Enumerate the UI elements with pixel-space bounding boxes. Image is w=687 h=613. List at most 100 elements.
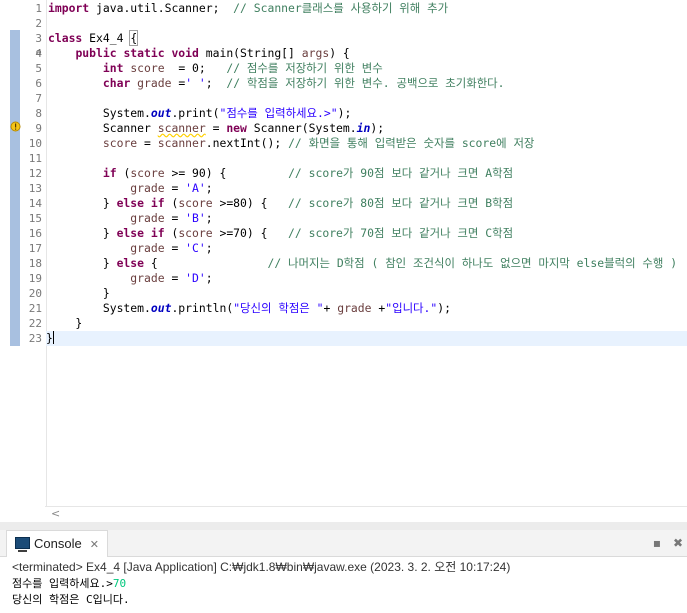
code-token: int <box>102 61 124 75</box>
code-token: score <box>130 166 165 180</box>
code-token: 'A' <box>185 181 206 195</box>
line-number: 18 <box>28 257 42 270</box>
code-token: ); <box>437 301 451 315</box>
line-number: 17 <box>28 242 42 255</box>
code-token: } <box>48 196 117 210</box>
code-token: "당신의 학점은 " <box>233 301 324 315</box>
code-line[interactable]: grade = 'B'; <box>48 211 212 226</box>
fold-collapse-icon[interactable]: ⊖ <box>36 48 41 58</box>
code-token: // score가 70점 보다 같거나 크면 C학점 <box>288 226 514 240</box>
code-token: ); <box>370 121 385 135</box>
code-line[interactable]: } <box>48 286 110 301</box>
text-cursor <box>52 331 54 344</box>
close-icon[interactable]: ✕ <box>90 539 99 551</box>
code-token: ( <box>116 166 131 180</box>
code-line[interactable]: } else if (score >=80) { // score가 80점 보… <box>48 196 513 211</box>
code-token: >= 90) { <box>164 166 289 180</box>
code-token: = <box>164 241 186 255</box>
code-token: ; <box>205 271 213 285</box>
code-token: .println( <box>171 301 234 315</box>
console-icon <box>15 537 30 552</box>
line-number: 15 <box>28 212 42 225</box>
console-tabbar: Console ✕ ▪ ✖ <box>0 530 687 557</box>
code-token: new <box>226 121 247 135</box>
code-editor[interactable]: 1 2 3 4 5 6 7 8 9 10 11 12 13 14 15 16 17 18 19 20 21 22 23 ⊖ i… <box>0 0 687 506</box>
code-token: ); <box>337 106 352 120</box>
code-line[interactable]: } <box>46 331 687 346</box>
code-line[interactable]: } else if (score >=70) { // score가 70점 보… <box>48 226 513 241</box>
code-token: + <box>371 301 386 315</box>
code-token: out <box>150 301 172 315</box>
code-token: grade <box>130 241 165 255</box>
code-line[interactable]: } else { // 나머지는 D학점 ( 참인 조건식이 하나도 없으면 마… <box>48 256 677 271</box>
line-number: 7 <box>35 92 42 105</box>
remove-launch-icon[interactable]: ✖ <box>673 536 683 550</box>
line-number: 5 <box>35 62 42 75</box>
code-token: class <box>48 31 83 45</box>
code-token: // Scanner클래스를 사용하기 위해 추가 <box>233 1 449 15</box>
code-token: ; <box>205 181 213 195</box>
code-token: Ex4_4 <box>82 31 131 45</box>
code-token: score <box>178 196 213 210</box>
code-line[interactable]: import java.util.Scanner; // Scanner클래스를… <box>48 1 448 16</box>
console-tab-label: Console <box>34 536 82 551</box>
code-token: >=70) { <box>212 226 289 240</box>
code-token: import <box>48 1 90 15</box>
warning-icon[interactable] <box>10 121 21 132</box>
code-token: else <box>116 256 145 270</box>
code-token: else if <box>116 196 165 210</box>
code-line[interactable]: Scanner scanner = new Scanner(System.in)… <box>48 121 384 136</box>
line-number: 8 <box>35 107 42 120</box>
line-number: 21 <box>28 302 42 315</box>
panel-divider[interactable] <box>0 522 687 530</box>
code-token: } <box>48 316 83 330</box>
code-line[interactable]: char grade =' '; // 학점을 저장하기 위한 변수. 공백으로… <box>48 76 505 91</box>
code-token: java.util.Scanner; <box>89 1 234 15</box>
code-token: score <box>178 226 213 240</box>
code-token: 'C' <box>185 241 206 255</box>
code-token: grade <box>337 301 372 315</box>
code-token: Scanner(System. <box>246 121 357 135</box>
code-token: ; <box>205 76 227 90</box>
line-number: 3 <box>35 32 42 45</box>
code-token: // 나머지는 D학점 ( 참인 조건식이 하나도 없으면 마지막 else블럭… <box>267 256 678 270</box>
code-line[interactable]: System.out.print("점수를 입력하세요.>"); <box>48 106 351 121</box>
code-line[interactable]: grade = 'D'; <box>48 271 213 286</box>
code-line[interactable]: grade = 'A'; <box>48 181 213 196</box>
code-token: out <box>150 106 172 120</box>
code-token: grade <box>130 181 165 195</box>
line-number: 23 <box>28 332 42 345</box>
code-token: .nextInt(); <box>205 136 289 150</box>
line-number: 14 <box>28 197 42 210</box>
code-line[interactable]: score = scanner.nextInt(); // 화면을 통해 입력받… <box>48 136 535 151</box>
line-number: 11 <box>28 152 42 165</box>
code-line[interactable]: } <box>48 316 82 331</box>
code-token: score <box>130 61 165 75</box>
terminate-icon[interactable]: ▪ <box>653 536 661 550</box>
code-line[interactable]: int score = 0; // 점수를 저장하기 위한 변수 <box>48 61 383 76</box>
code-token: .print( <box>171 106 220 120</box>
code-token: public static void <box>75 46 199 60</box>
console-panel: Console ✕ ▪ ✖ <terminated> Ex4_4 [Java Ap… <box>0 530 687 613</box>
console-user-input: 70 <box>112 577 127 590</box>
code-line[interactable]: if (score >= 90) { // score가 90점 보다 같거나 … <box>48 166 513 181</box>
horizontal-scrollbar[interactable]: < <box>45 506 687 523</box>
scroll-left-icon[interactable]: < <box>51 507 60 520</box>
line-number: 2 <box>35 17 42 30</box>
code-line[interactable]: System.out.println("당신의 학점은 "+ grade +"입… <box>48 301 451 316</box>
code-token: if <box>102 166 117 180</box>
code-line[interactable]: grade = 'C'; <box>48 241 212 256</box>
code-token: = <box>164 211 186 225</box>
tab-console[interactable]: Console ✕ <box>6 530 108 557</box>
code-token: = <box>137 136 158 150</box>
line-number: 16 <box>28 227 42 240</box>
code-token: else if <box>116 226 165 240</box>
code-token: ( <box>164 196 179 210</box>
code-line[interactable]: public static void main(String[] args) { <box>48 46 349 61</box>
code-line[interactable]: class Ex4_4 { <box>48 30 139 46</box>
code-token: "점수를 입력하세요.>" <box>219 106 338 120</box>
